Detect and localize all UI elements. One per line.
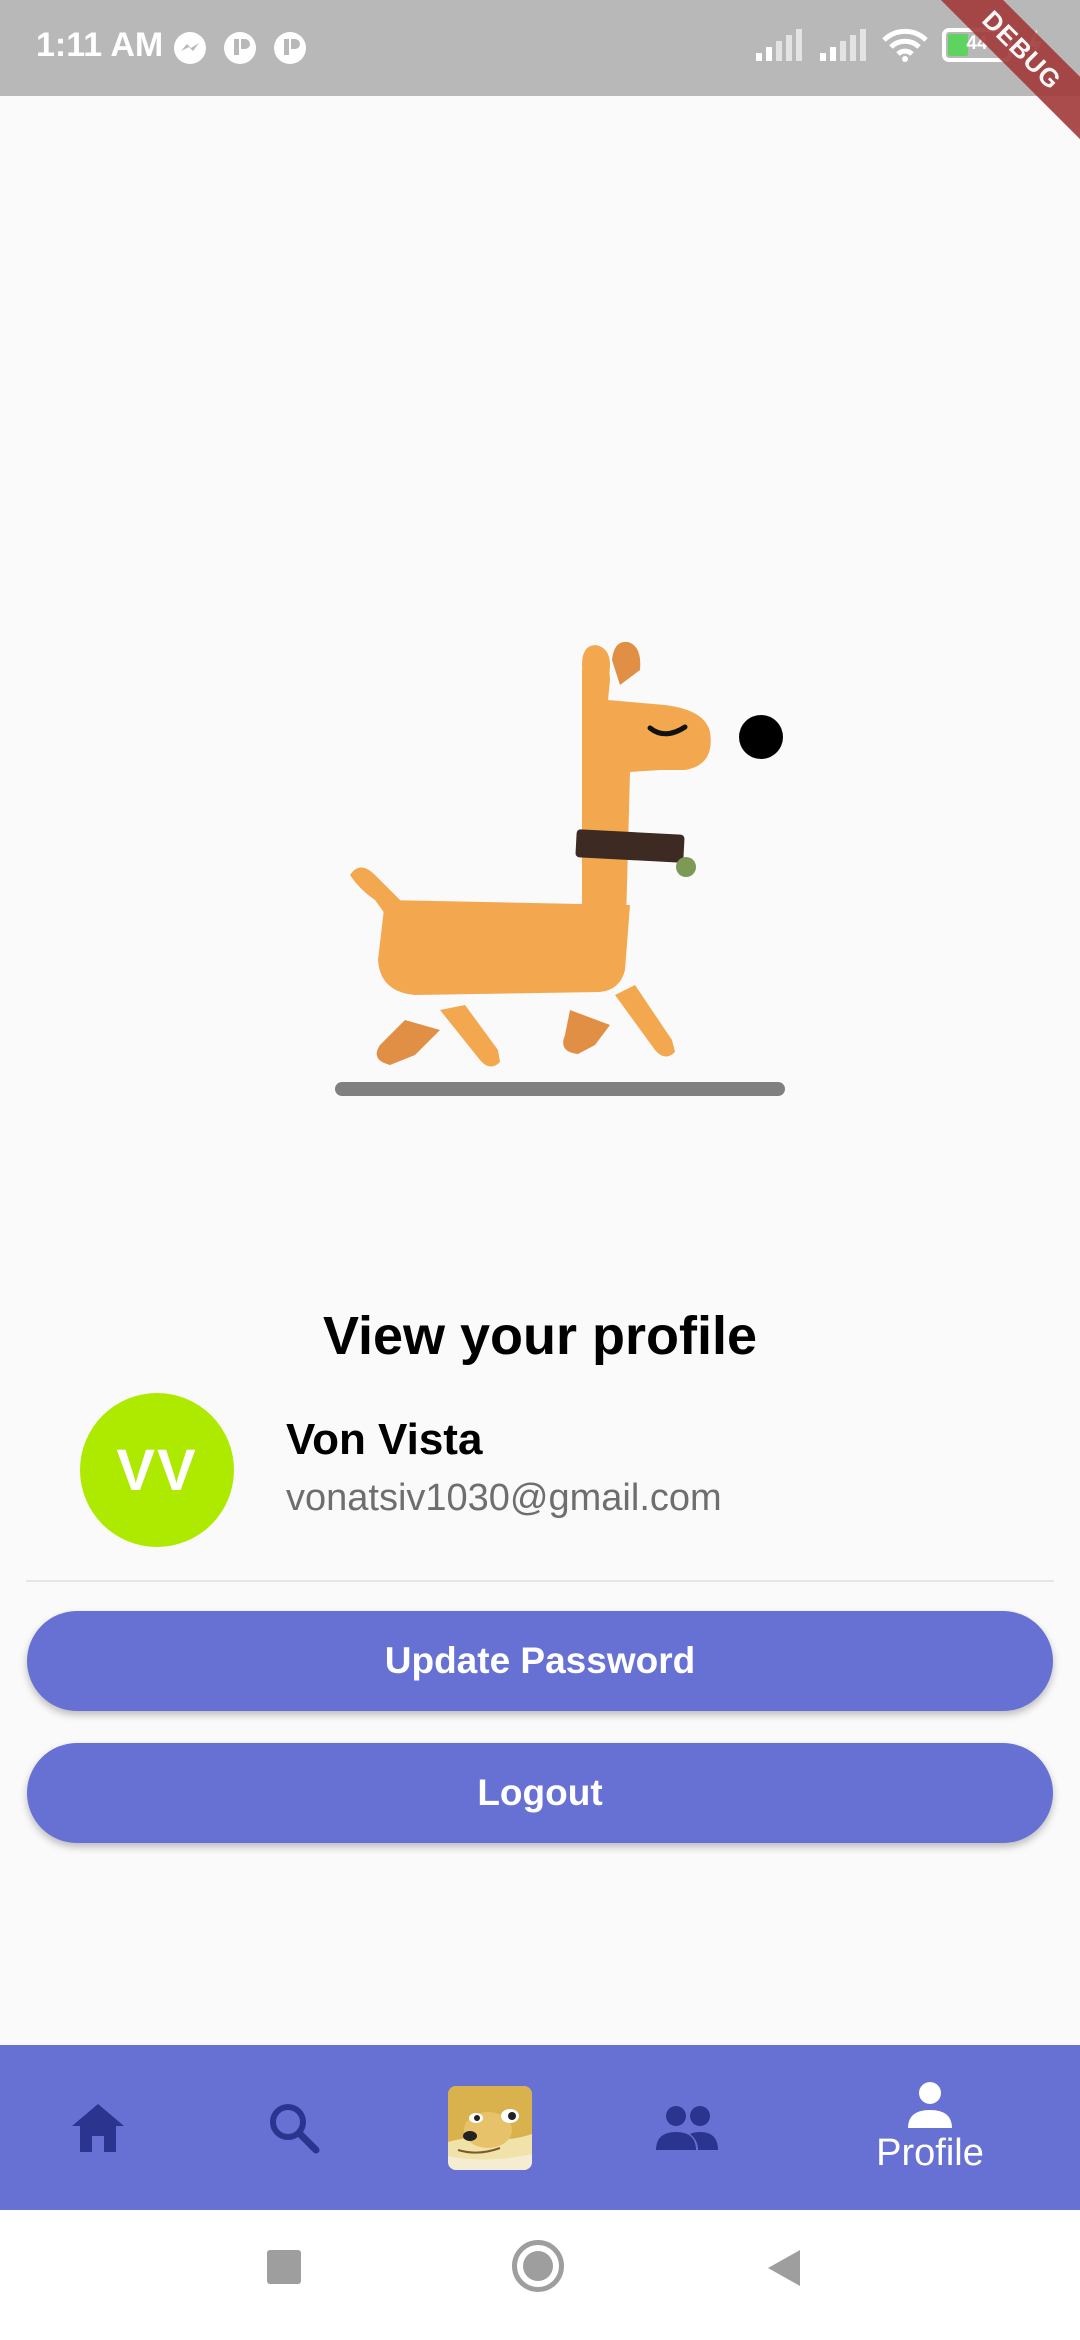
divider <box>26 1580 1054 1582</box>
nav-item-search[interactable] <box>244 2045 344 2210</box>
profile-email: vonatsiv1030@gmail.com <box>286 1477 722 1519</box>
bottom-navigation: Profile <box>0 2045 1080 2210</box>
wifi-icon <box>882 28 928 62</box>
signal-icon <box>820 29 866 61</box>
avatar: VV <box>80 1393 234 1547</box>
doge-app-icon <box>448 2085 532 2170</box>
notification-icons <box>172 30 308 66</box>
status-bar: 1:11 AM 44 <box>0 0 1080 96</box>
nav-profile-label: Profile <box>876 2132 984 2174</box>
search-icon <box>270 2103 320 2153</box>
update-password-button[interactable]: Update Password <box>27 1611 1053 1711</box>
recents-button[interactable] <box>267 2250 301 2284</box>
app-notification-icon <box>274 32 306 64</box>
profile-name: Von Vista <box>286 1415 483 1464</box>
walking-dog-illustration <box>335 641 785 1096</box>
people-icon <box>656 2105 718 2150</box>
back-button[interactable] <box>766 2248 802 2288</box>
app-notification-icon <box>224 32 256 64</box>
home-icon <box>72 2103 124 2152</box>
signal-icon <box>756 29 802 61</box>
nav-item-home[interactable] <box>48 2045 148 2210</box>
nav-item-profile[interactable]: Profile <box>850 2045 1010 2210</box>
logout-button[interactable]: Logout <box>27 1743 1053 1843</box>
person-icon <box>908 2082 952 2128</box>
nav-item-doge[interactable] <box>440 2045 540 2210</box>
status-time: 1:11 AM <box>36 26 164 64</box>
home-button[interactable] <box>512 2240 564 2292</box>
messenger-icon <box>174 32 206 64</box>
page-title: View your profile <box>322 1306 758 1366</box>
nav-item-friends[interactable] <box>637 2045 737 2210</box>
system-navigation-bar <box>0 2210 1080 2340</box>
